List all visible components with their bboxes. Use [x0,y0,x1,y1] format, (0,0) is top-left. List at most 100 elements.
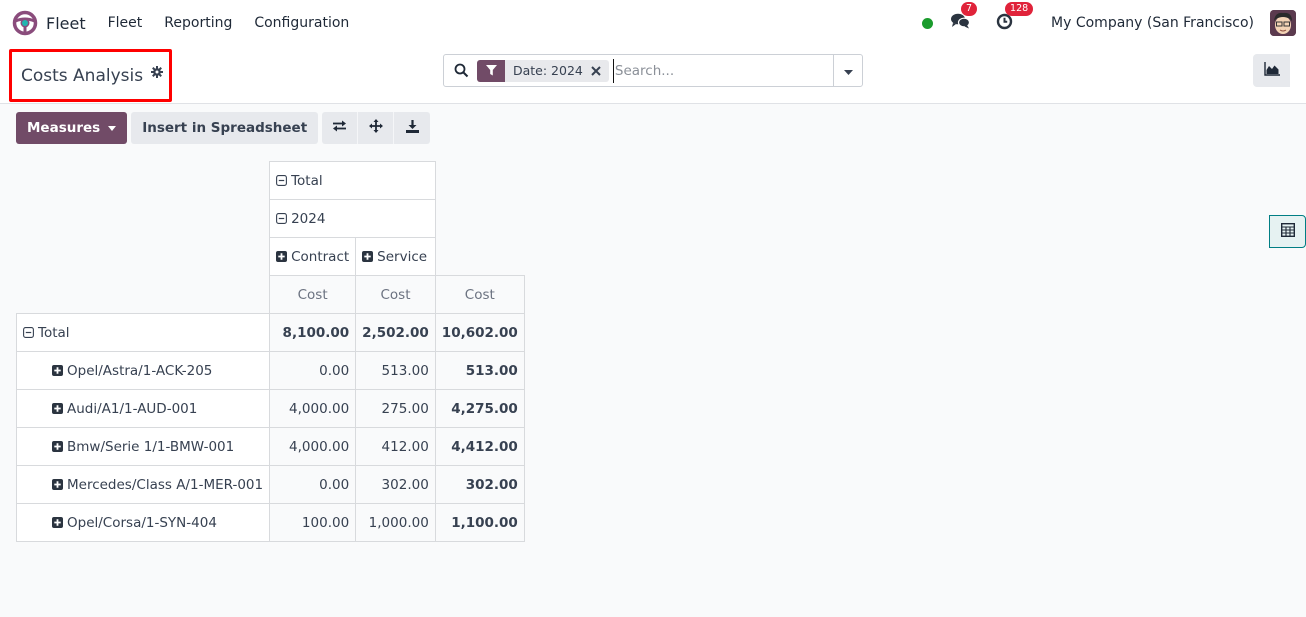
presence-status-icon [922,17,934,29]
col-header-year-label: 2024 [291,210,326,227]
cell-value[interactable]: 4,412.00 [434,427,525,466]
cell-value[interactable]: 10,602.00 [434,313,525,352]
measures-button[interactable]: Measures [16,112,128,144]
empty-cell [435,238,524,276]
table-row: Opel/Astra/1-ACK-205 0.00 513.00 513.00 [15,351,525,390]
table-row-total: Total 8,100.00 2,502.00 10,602.00 [15,313,525,352]
cell-value[interactable]: 0.00 [269,351,357,390]
pivot-toolbar: Measures Insert in Spreadsheet [16,112,431,144]
messages-button[interactable]: 7 [951,2,978,33]
col-header-contract[interactable]: Contract [269,237,357,276]
gear-icon[interactable] [151,65,164,82]
expand-icon [276,250,288,262]
graph-view-button[interactable] [1253,54,1290,87]
cell-value[interactable]: 412.00 [355,427,436,466]
user-avatar[interactable] [1270,10,1296,36]
main-navbar: Fleet Fleet Reporting Configuration 7 12… [0,0,1306,46]
cell-value[interactable]: 100.00 [269,503,357,542]
caret-down-icon [843,63,853,79]
menu-reporting[interactable]: Reporting [164,15,232,31]
row-header-total-label: Total [38,324,70,341]
caret-down-icon [108,125,117,131]
filter-facet: Date: 2024 [477,59,609,82]
cell-value[interactable]: 4,000.00 [269,427,357,466]
exchange-icon [332,120,347,136]
row-header[interactable]: Opel/Astra/1-ACK-205 [15,351,271,390]
row-header[interactable]: Mercedes/Class A/1-MER-001 [15,465,271,504]
search-input[interactable] [612,58,833,83]
empty-cell [435,200,524,238]
measure-header-service[interactable]: Cost [355,275,436,314]
clock-icon [996,13,1013,34]
expand-icon [362,250,374,262]
search-bar: Date: 2024 [443,54,863,87]
collapse-icon [276,174,288,186]
col-header-total[interactable]: Total [269,161,436,200]
cell-value[interactable]: 2,502.00 [355,313,436,352]
col-header-service[interactable]: Service [355,237,436,276]
search-options-toggle[interactable] [833,55,862,86]
col-header-year[interactable]: 2024 [269,199,436,238]
row-header-label: Opel/Corsa/1-SYN-404 [67,514,217,531]
remove-facet-icon[interactable] [591,60,609,82]
filter-icon [477,59,505,82]
view-switcher [1253,54,1306,248]
cell-value[interactable]: 513.00 [355,351,436,390]
expand-icon [52,516,63,528]
measures-label: Measures [27,120,101,136]
filter-facet-label: Date: 2024 [513,63,583,78]
expand-all-button[interactable] [358,112,395,144]
row-header[interactable]: Audi/A1/1-AUD-001 [15,389,271,428]
empty-cell [435,162,524,200]
chat-bubbles-icon [951,13,971,33]
col-header-total-label: Total [291,172,323,189]
cell-value[interactable]: 4,000.00 [269,389,357,428]
pivot-actions [322,112,431,144]
download-icon [405,119,419,137]
activities-count-badge: 128 [1005,1,1034,16]
menu-fleet[interactable]: Fleet [108,15,143,31]
flip-axis-button[interactable] [322,112,359,144]
row-header-total[interactable]: Total [15,313,271,352]
page-title: Costs Analysis [21,65,144,86]
row-header-label: Opel/Astra/1-ACK-205 [67,362,213,379]
expand-icon [52,364,63,376]
cell-value[interactable]: 4,275.00 [434,389,525,428]
fleet-app-icon[interactable] [12,10,38,36]
empty-cell [17,200,270,238]
app-name[interactable]: Fleet [46,14,86,33]
search-icon[interactable] [454,63,469,78]
cell-value[interactable]: 1,000.00 [355,503,436,542]
download-button[interactable] [394,112,431,144]
breadcrumb: Costs Analysis [9,49,172,102]
row-header[interactable]: Opel/Corsa/1-SYN-404 [15,503,271,542]
expand-icon [52,478,63,490]
table-row: Audi/A1/1-AUD-001 4,000.00 275.00 4,275.… [15,389,525,428]
collapse-icon [276,212,288,224]
cell-value[interactable]: 275.00 [355,389,436,428]
messages-count-badge: 7 [961,2,978,16]
insert-in-spreadsheet-button[interactable]: Insert in Spreadsheet [131,112,319,144]
cell-value[interactable]: 513.00 [434,351,525,390]
pivot-view-button[interactable] [1269,215,1306,248]
collapse-icon [23,326,34,338]
pivot-table: Total 2024 Contract Service Cost Cost Co… [15,161,525,542]
measure-header-total[interactable]: Cost [434,275,525,314]
empty-cell [17,276,270,314]
cell-value[interactable]: 0.00 [269,465,357,504]
pivot-corner [17,162,270,200]
cell-value[interactable]: 8,100.00 [269,313,357,352]
empty-cell [17,238,270,276]
cell-value[interactable]: 302.00 [355,465,436,504]
activities-button[interactable]: 128 [996,1,1034,34]
row-header-label: Mercedes/Class A/1-MER-001 [67,476,264,493]
control-panel: Costs Analysis Date: 2024 Search... [0,46,1306,248]
company-switcher[interactable]: My Company (San Francisco) [1051,15,1254,31]
cell-value[interactable]: 302.00 [434,465,525,504]
measure-header-contract[interactable]: Cost [269,275,357,314]
cell-value[interactable]: 1,100.00 [434,503,525,542]
row-header-label: Audi/A1/1-AUD-001 [67,400,198,417]
row-header[interactable]: Bmw/Serie 1/1-BMW-001 [15,427,271,466]
arrows-move-icon [368,119,383,137]
menu-configuration[interactable]: Configuration [254,15,349,31]
